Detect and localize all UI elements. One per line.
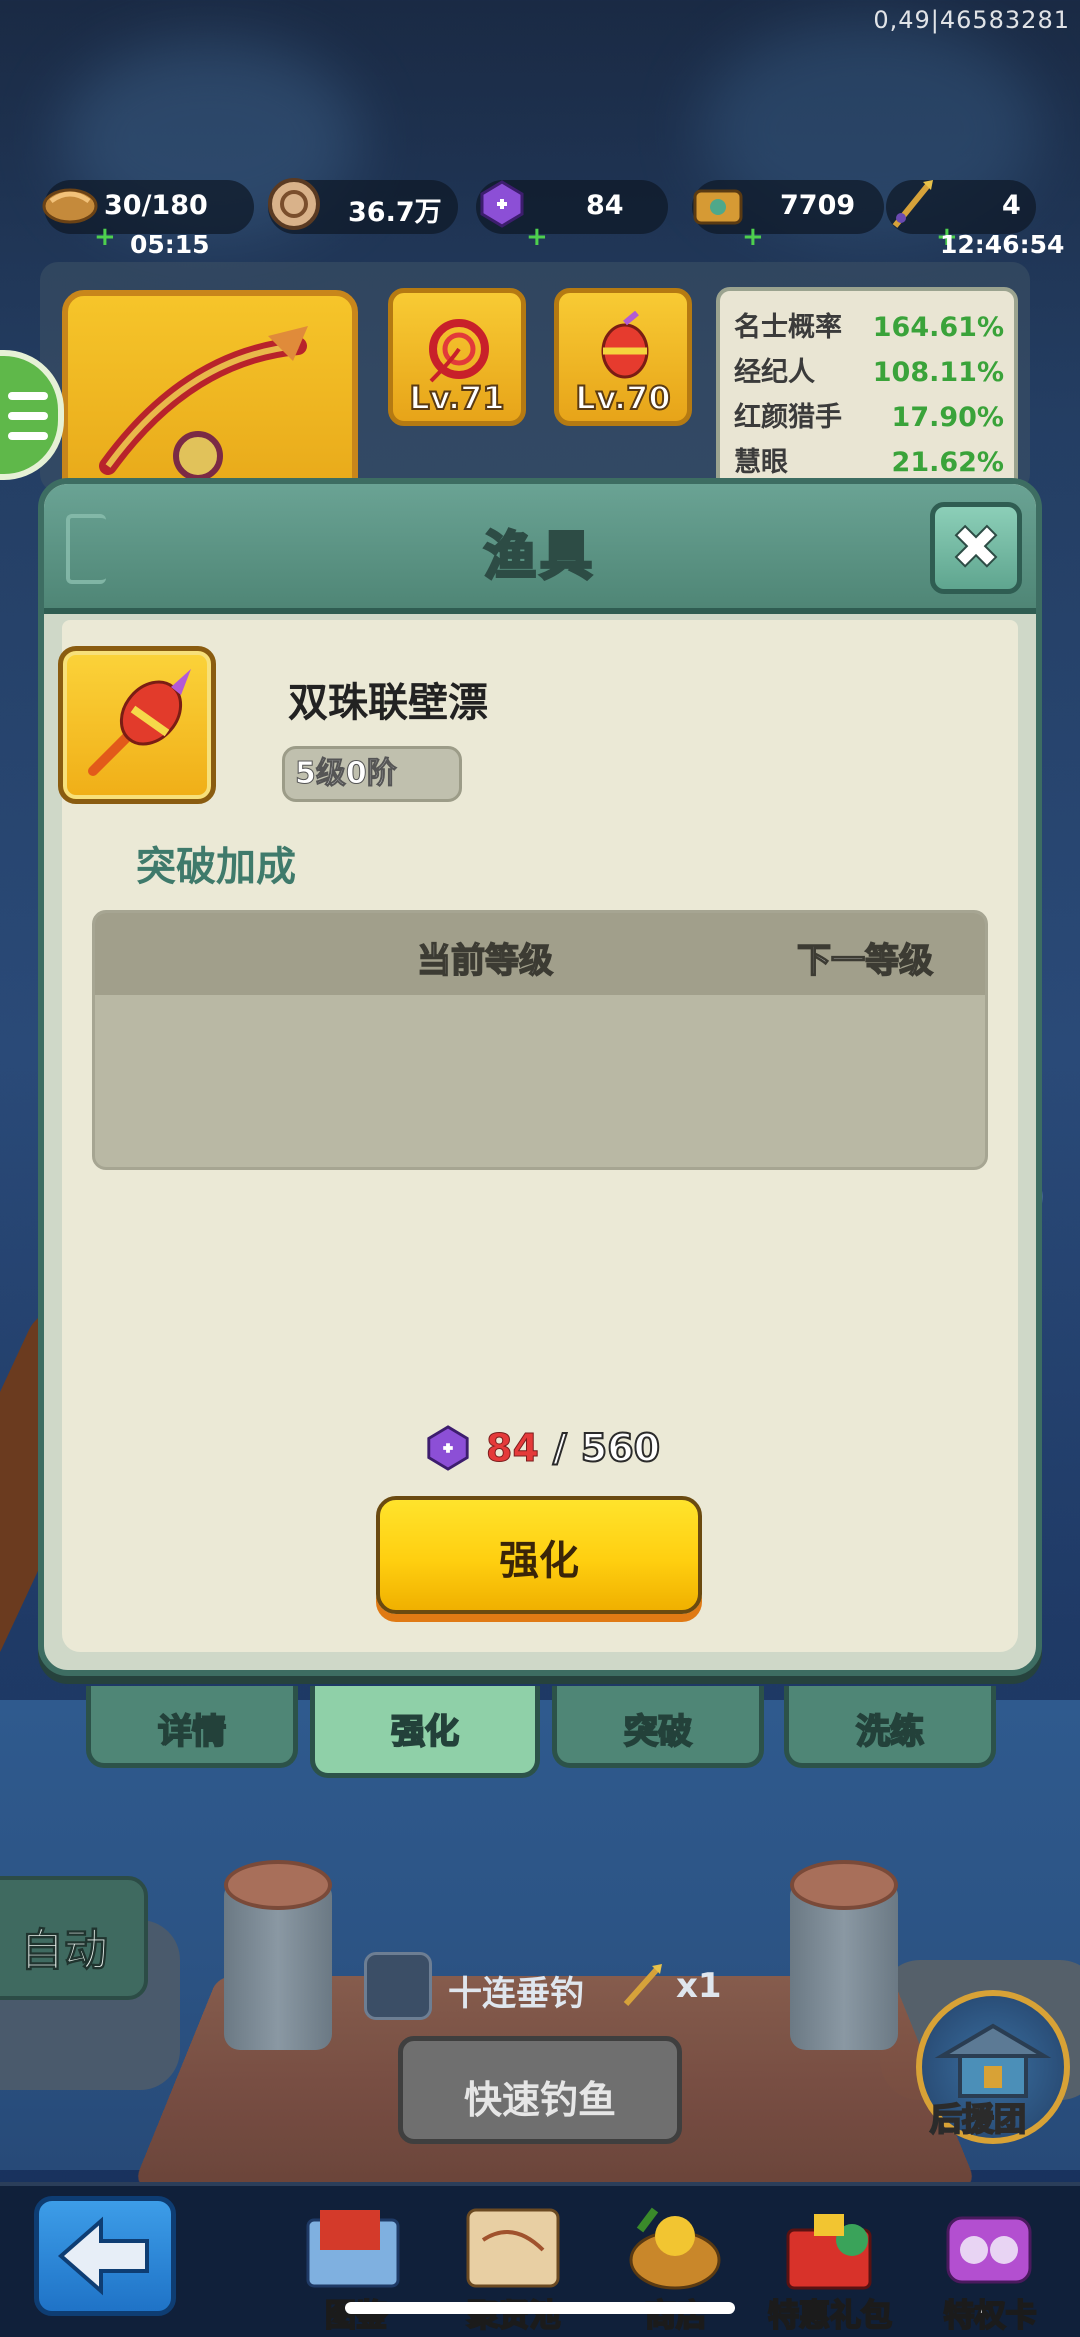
ten-cast-checkbox[interactable]	[364, 1952, 432, 2020]
red-fishing-line-icon	[421, 311, 497, 387]
fishing-rod-icon	[618, 1960, 668, 2010]
line-slot-level: Lv.71	[393, 379, 521, 417]
nav-label: 特惠礼包	[754, 2290, 906, 2335]
equipped-rod-slot[interactable]	[62, 290, 358, 500]
map-scroll-icon	[458, 2200, 568, 2296]
nav-gift-pack[interactable]: 特惠礼包	[764, 2200, 896, 2336]
cost-separator: /	[553, 1426, 567, 1470]
rod-counter[interactable]: + 4 12:46:54	[886, 180, 1036, 234]
upgrade-button-label: 强化	[380, 1528, 698, 1586]
ten-cast-label: 十连垂钓	[448, 1966, 584, 2015]
auto-button[interactable]: 自动	[0, 1876, 148, 2000]
tab-label: 详情	[91, 1704, 293, 1753]
tab-label: 洗练	[789, 1704, 991, 1753]
coin-counter[interactable]: 36.7万	[268, 180, 458, 234]
stat-row: 名士概率 164.61%	[734, 305, 1004, 350]
chest-value: 7709	[780, 190, 855, 221]
quick-fish-label: 快速钓鱼	[403, 2069, 677, 2124]
bread-icon	[38, 172, 102, 236]
gem-value: 84	[586, 190, 624, 221]
ten-cast-count: x1	[676, 1966, 722, 2006]
item-name: 双珠联壁漂	[288, 670, 488, 728]
fishing-rod-icon	[880, 172, 944, 236]
bonus-table: 当前等级 下一等级	[92, 910, 988, 1170]
quick-fish-button[interactable]: 快速钓鱼	[398, 2036, 682, 2144]
support-team-label: 后援团	[930, 2094, 1026, 2140]
nav-recruit[interactable]: 聚贤池	[448, 2200, 580, 2336]
bobber-slot[interactable]: Lv.70	[554, 288, 692, 426]
upgrade-cost: 84 / 560	[424, 1418, 660, 1478]
gift-pack-icon	[774, 2200, 884, 2296]
rod-value: 4	[1002, 190, 1021, 221]
item-grade-badge: 5级0阶	[282, 746, 462, 802]
book-icon	[300, 2200, 410, 2296]
item-icon-slot[interactable]	[58, 646, 216, 804]
tab-label: 强化	[315, 1704, 535, 1753]
auto-button-label: 自动	[20, 1914, 108, 1978]
back-button[interactable]	[34, 2196, 176, 2316]
stamina-value: 30/180	[104, 190, 208, 221]
treasure-chest-icon	[686, 172, 750, 236]
bobber-icon	[63, 651, 211, 799]
bonus-table-header: 当前等级 下一等级	[95, 913, 985, 995]
fishing-rod-art-icon	[68, 296, 358, 500]
current-level-header: 当前等级	[417, 933, 553, 982]
nav-privilege-card[interactable]: 特权卡	[924, 2200, 1056, 2336]
close-button[interactable]: ✖	[930, 502, 1022, 594]
privilege-card-icon	[934, 2200, 1044, 2296]
tab-refine[interactable]: 洗练	[784, 1686, 996, 1768]
cost-required: 560	[581, 1426, 660, 1470]
line-slot[interactable]: Lv.71	[388, 288, 526, 426]
coin-value: 36.7万	[348, 190, 442, 229]
stat-row: 经纪人 108.11%	[734, 350, 1004, 395]
add-gem-icon[interactable]: +	[526, 222, 548, 252]
bobber-icon	[587, 311, 663, 387]
gem-counter[interactable]: + 84	[476, 180, 668, 234]
tab-label: 突破	[557, 1704, 759, 1753]
upgrade-button[interactable]: 强化	[376, 1496, 702, 1614]
nav-shop[interactable]: 商店	[610, 2200, 742, 2336]
add-chest-icon[interactable]: +	[742, 222, 764, 252]
add-stamina-icon[interactable]: +	[94, 222, 116, 252]
stat-row: 红颜猎手 17.90%	[734, 395, 1004, 440]
coin-icon	[262, 172, 326, 236]
section-title: 突破加成	[136, 834, 296, 892]
purple-gem-icon	[424, 1424, 472, 1472]
nav-collection[interactable]: 图鉴	[290, 2200, 422, 2336]
back-arrow-icon	[39, 2201, 171, 2311]
tab-details[interactable]: 详情	[86, 1686, 298, 1768]
stats-box: 名士概率 164.61% 经纪人 108.11% 红颜猎手 17.90% 慧眼 21.6…	[716, 287, 1018, 492]
dock-post-top	[790, 1860, 898, 1910]
nav-label: 特权卡	[914, 2290, 1066, 2335]
debug-stamp: 0,49|46583281	[873, 6, 1070, 34]
tab-enhance[interactable]: 强化	[310, 1686, 540, 1778]
shop-basket-icon	[620, 2200, 730, 2296]
home-indicator[interactable]	[345, 2302, 735, 2314]
stamina-timer: 05:15	[130, 230, 210, 259]
bobber-slot-level: Lv.70	[559, 379, 687, 417]
next-level-header: 下一等级	[797, 933, 933, 982]
rod-timer: 12:46:54	[940, 230, 1064, 259]
close-icon: ✖	[951, 518, 1001, 578]
stamina-counter[interactable]: + 30/180 05:15	[44, 180, 254, 234]
chest-counter[interactable]: + 7709	[692, 180, 884, 234]
dock-post-top	[224, 1860, 332, 1910]
modal-title: 渔具	[44, 514, 1036, 589]
modal-header: 渔具 ✖	[44, 484, 1036, 614]
purple-gem-icon	[470, 172, 534, 236]
tab-breakthrough[interactable]: 突破	[552, 1686, 764, 1768]
cost-owned: 84	[486, 1426, 539, 1470]
